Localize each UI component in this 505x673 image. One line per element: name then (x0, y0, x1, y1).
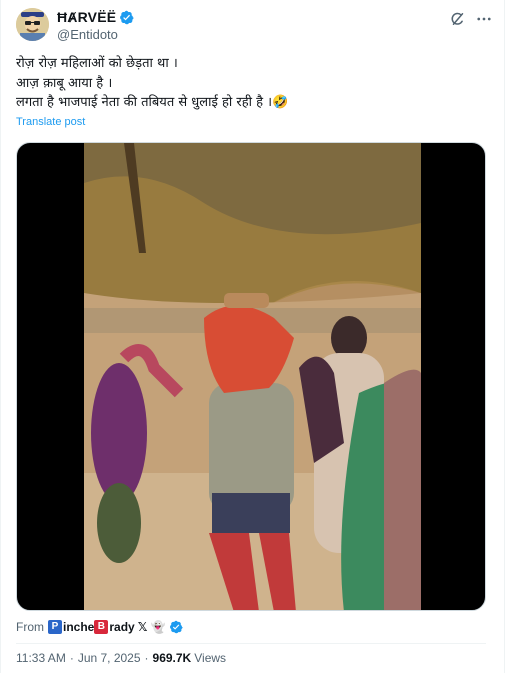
author-names: ĦȺRVËË @Entidoto (57, 9, 134, 42)
source-name-part1: inche (63, 620, 95, 634)
letter-box-p: P (48, 620, 62, 634)
more-options-icon[interactable] (475, 10, 493, 28)
tweet-header: ĦȺRVËË @Entidoto (16, 8, 491, 48)
verified-badge-icon (169, 620, 183, 634)
tweet-meta: 11:33 AM · Jun 7, 2025 · 969.7K Views (16, 651, 226, 665)
views-count: 969.7K (152, 651, 192, 665)
tweet-card: ĦȺRVËË @Entidoto रोज़ रोज़ महिलाओं को छे… (0, 0, 505, 673)
verified-badge-icon (120, 10, 134, 24)
source-account-name[interactable]: P inche B rady 𝕏 👻 (48, 620, 183, 634)
grok-icon[interactable] (449, 10, 467, 28)
separator: · (69, 651, 74, 665)
avatar[interactable] (16, 8, 49, 41)
letter-box-b: B (94, 620, 109, 634)
views-label: Views (194, 651, 227, 665)
post-time[interactable]: 11:33 AM (16, 651, 66, 665)
post-date[interactable]: Jun 7, 2025 (78, 651, 141, 665)
video-frame (84, 143, 421, 610)
divider (16, 643, 486, 644)
translate-post-link[interactable]: Translate post (16, 116, 85, 128)
from-label: From (16, 620, 44, 634)
author-handle[interactable]: @Entidoto (57, 27, 134, 42)
author-display-name[interactable]: ĦȺRVËË (57, 9, 116, 25)
cartoon-avatar-icon (16, 8, 49, 41)
tweet-text: रोज़ रोज़ महिलाओं को छेड़ता था । आज़ क़ा… (16, 56, 289, 110)
source-name-suffix: 𝕏 👻 (137, 620, 166, 634)
video-player[interactable] (16, 142, 486, 611)
source-name-part2: rady (109, 620, 135, 634)
source-attribution: From P inche B rady 𝕏 👻 (16, 618, 183, 636)
separator: · (144, 651, 149, 665)
